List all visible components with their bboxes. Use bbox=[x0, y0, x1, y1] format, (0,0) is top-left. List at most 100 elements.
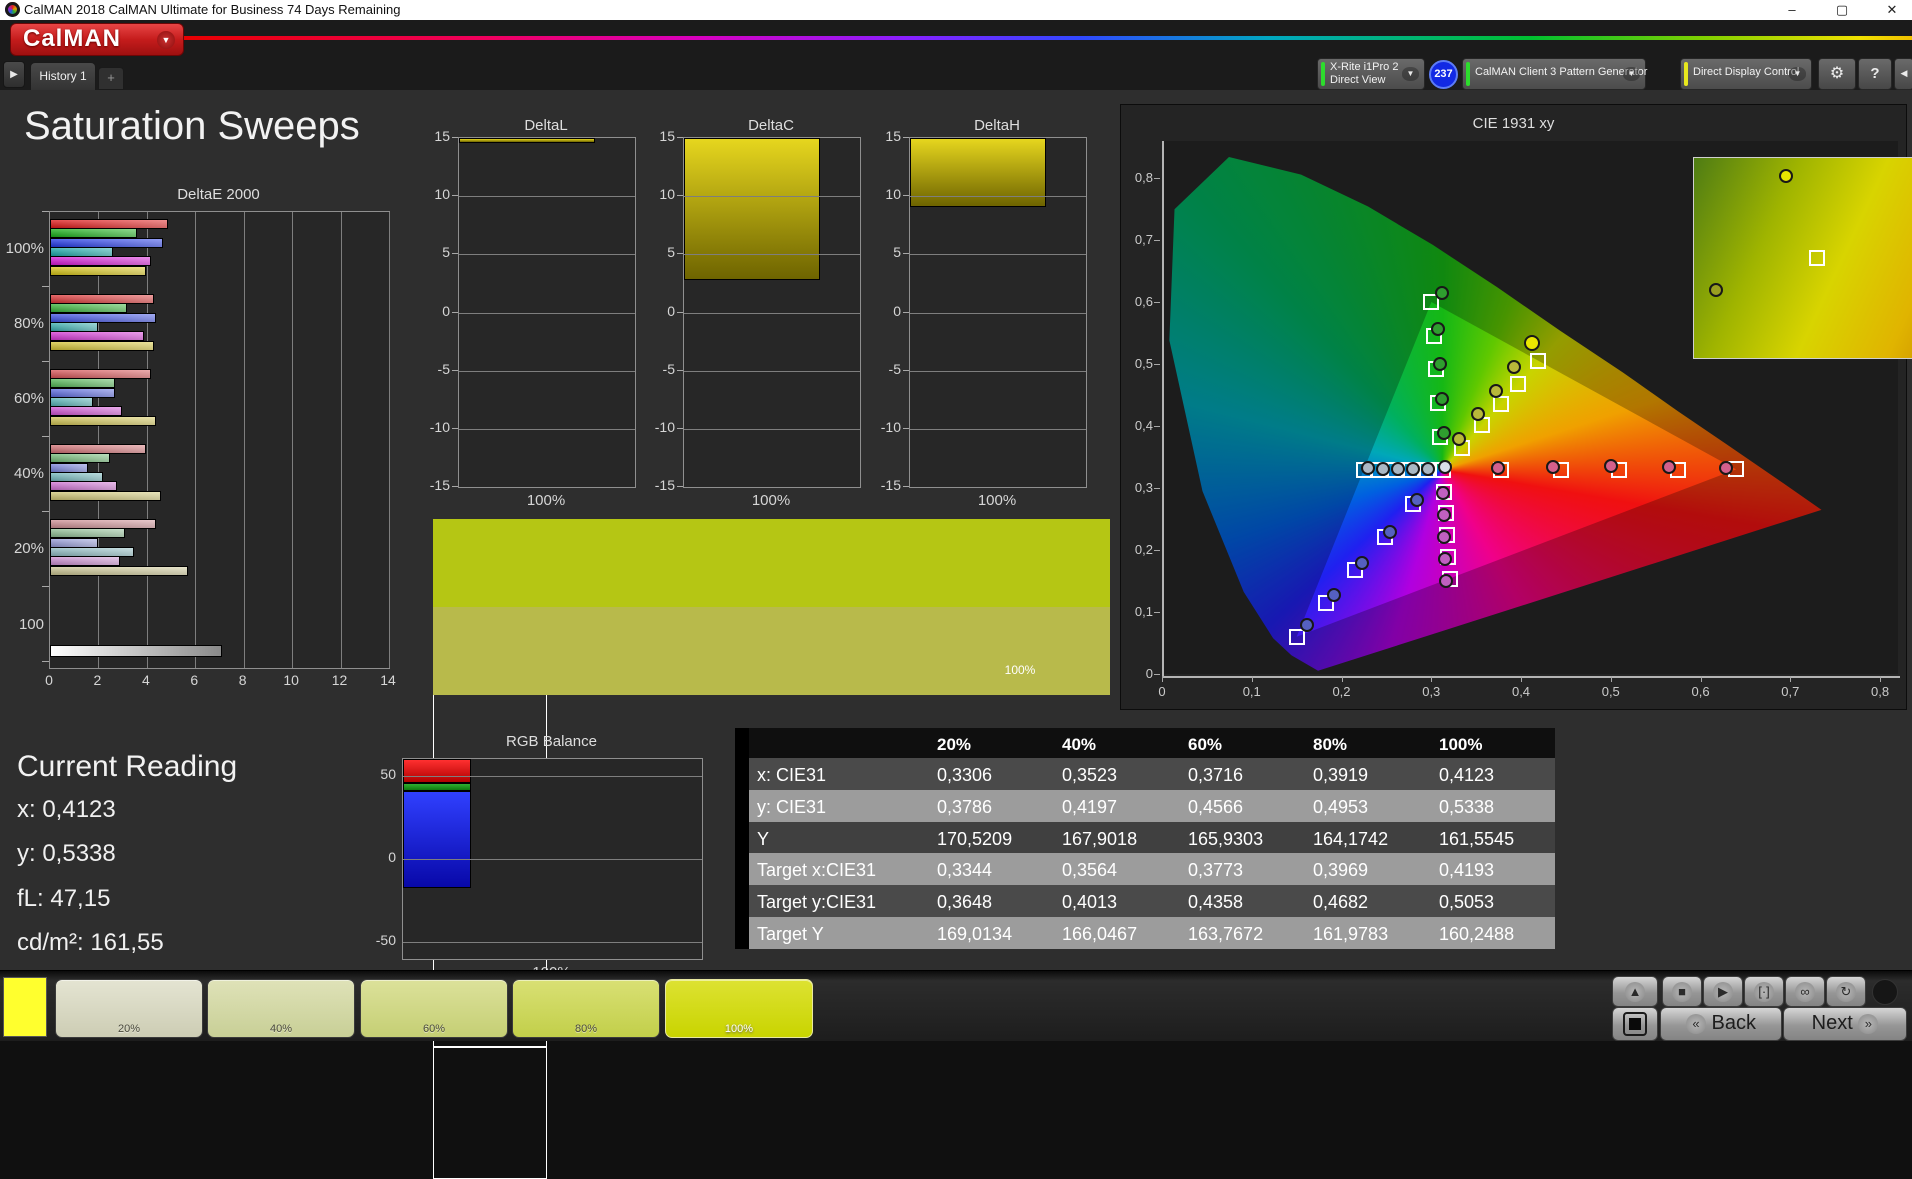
delta-y-tick-label: -10 bbox=[429, 418, 450, 435]
cie-measured-gray bbox=[1437, 460, 1452, 475]
back-button[interactable]: « Back bbox=[1660, 1007, 1782, 1041]
deltae-x-tick-label: 0 bbox=[45, 672, 53, 688]
current-pattern-patch bbox=[3, 977, 47, 1037]
gridline bbox=[684, 428, 860, 430]
expand-up-button[interactable]: ▲ bbox=[1612, 976, 1658, 1007]
deltae-plot bbox=[49, 211, 390, 669]
table-cell: 0,4197 bbox=[1062, 796, 1118, 817]
gridline bbox=[910, 370, 1086, 372]
table-cell: 0,3716 bbox=[1188, 765, 1244, 785]
maximize-button[interactable]: ▢ bbox=[1822, 0, 1862, 20]
deltae-bar-yellow-80% bbox=[50, 340, 154, 351]
gridline bbox=[403, 859, 702, 860]
table-cell: 170,5209 bbox=[937, 828, 1013, 849]
gridline bbox=[684, 254, 860, 256]
deltae-group-label: 40% bbox=[13, 465, 44, 482]
bottom-toolbar: ▲ « Back Next » 20% 40% 60% 80% 100% ■ ▶ [·] ∞ ↻ bbox=[0, 970, 1912, 1041]
table-cell: 0,4953 bbox=[1313, 796, 1369, 817]
cie-y-tick-label: 0 bbox=[1145, 666, 1153, 681]
deltae-group-label: 100 bbox=[18, 616, 44, 633]
table-cell: 169,0134 bbox=[937, 924, 1013, 944]
sweep-patch-label: 60% bbox=[422, 1023, 446, 1035]
delta-y-tick-label: 5 bbox=[893, 244, 901, 261]
delta-bar bbox=[459, 138, 595, 143]
cie-target-yellow bbox=[1510, 375, 1527, 392]
delta-y-tick-label: 15 bbox=[659, 128, 675, 144]
table-header-row: 20% 40% 60% 80% 100% bbox=[749, 728, 1555, 758]
deltae-x-tick-label: 2 bbox=[93, 672, 102, 688]
deltae-bar-yellow-40% bbox=[50, 490, 161, 501]
cie-measured-green bbox=[1435, 285, 1450, 300]
cie-measured-blue bbox=[1354, 556, 1369, 571]
pattern-window-button[interactable]: [·] bbox=[1744, 976, 1784, 1007]
delta-y-tick bbox=[677, 427, 683, 429]
cie-measured-blue bbox=[1300, 618, 1315, 633]
delta-y-tick bbox=[677, 486, 683, 487]
continuous-measure-button[interactable]: ∞ bbox=[1785, 976, 1825, 1007]
pattern-window-toggle-button[interactable] bbox=[1612, 1007, 1658, 1041]
sweep-patch-button-60%[interactable]: 60% bbox=[360, 979, 508, 1038]
deltae-group-label: 100% bbox=[5, 240, 44, 257]
calman-menu-button[interactable]: CalMAN ▼ bbox=[10, 23, 184, 56]
gridline bbox=[684, 196, 860, 198]
next-button[interactable]: Next » bbox=[1783, 1007, 1907, 1041]
rgb-balance-plot bbox=[402, 758, 703, 960]
delta-y-tick bbox=[677, 369, 683, 371]
pattern-window-icon: [·] bbox=[1754, 981, 1774, 1002]
gridline bbox=[910, 196, 1086, 198]
refresh-icon: ↻ bbox=[1836, 981, 1856, 1002]
cie-measured-yellow bbox=[1488, 384, 1503, 398]
delta-y-tick-label: 15 bbox=[434, 128, 450, 144]
cie-x-tick bbox=[1521, 676, 1523, 682]
add-tab-button[interactable]: + bbox=[98, 67, 124, 90]
cie-y-tick-label: 0,2 bbox=[1134, 542, 1153, 558]
pattern-generator-dropdown[interactable]: CalMAN Client 3 Pattern Generator ▼ bbox=[1462, 58, 1647, 90]
play-button[interactable]: ▶ bbox=[1703, 976, 1743, 1007]
cie-x-tick-label: 0,6 bbox=[1691, 684, 1710, 699]
sweep-patch-button-40%[interactable]: 40% bbox=[207, 979, 355, 1038]
cie-y-tick bbox=[1154, 240, 1160, 242]
table-cell: 165,9303 bbox=[1188, 828, 1264, 849]
cie-x-tick-label: 0,5 bbox=[1601, 684, 1620, 699]
delta-y-tick-label: -15 bbox=[880, 477, 901, 493]
deltae-bar-yellow-100% bbox=[50, 265, 147, 276]
record-indicator bbox=[1872, 979, 1898, 1005]
close-button[interactable]: ✕ bbox=[1872, 0, 1912, 20]
cie-y-tick bbox=[1154, 364, 1160, 366]
table-row-label: y: CIE31 bbox=[757, 796, 827, 817]
play-icon: ▶ bbox=[1713, 981, 1733, 1002]
cie-x-tick bbox=[1431, 676, 1433, 682]
sweep-patch-button-20%[interactable]: 20% bbox=[55, 979, 203, 1038]
deltae-x-tick-label: 8 bbox=[238, 672, 247, 688]
tab-history-1[interactable]: History 1 bbox=[30, 62, 96, 90]
sweep-patch-button-100%[interactable]: 100% bbox=[665, 979, 813, 1038]
swatch-100% bbox=[433, 519, 1110, 1179]
sweep-patch-button-80%[interactable]: 80% bbox=[512, 979, 660, 1038]
delta-y-tick bbox=[452, 369, 458, 371]
app-header: CalMAN ▼ bbox=[0, 20, 1912, 58]
cie-x-tick bbox=[1700, 676, 1702, 682]
chevron-up-icon: ▲ bbox=[1625, 981, 1645, 1002]
gridline bbox=[389, 212, 390, 668]
cie-measured-cyan bbox=[1391, 461, 1406, 476]
settings-button[interactable]: ⚙ bbox=[1818, 58, 1856, 90]
chevron-left-icon: ◀ bbox=[1900, 68, 1908, 78]
stop-button[interactable]: ■ bbox=[1662, 976, 1702, 1007]
cie-measured-red bbox=[1546, 459, 1561, 474]
deltae-bar-yellow-20% bbox=[50, 565, 188, 576]
collapse-panel-button[interactable]: ◀ bbox=[1894, 58, 1912, 90]
help-button[interactable]: ? bbox=[1858, 58, 1892, 90]
layout-nav-arrow-button[interactable]: ▶ bbox=[3, 61, 25, 88]
display-control-dropdown[interactable]: Direct Display Control ▼ bbox=[1680, 58, 1812, 90]
question-icon: ? bbox=[1870, 65, 1880, 82]
sweep-patch-label: 80% bbox=[574, 1023, 598, 1035]
gridline bbox=[340, 212, 342, 668]
delta-y-tick-label: 10 bbox=[659, 186, 675, 203]
refresh-button[interactable]: ↻ bbox=[1826, 976, 1866, 1007]
table-corner-cell bbox=[749, 728, 937, 758]
sweep-patch-label: 40% bbox=[269, 1023, 293, 1035]
table-cell: 0,4358 bbox=[1188, 892, 1244, 913]
minimize-button[interactable]: – bbox=[1772, 0, 1812, 20]
meter-dropdown[interactable]: X-Rite i1Pro 2 Direct View ▼ bbox=[1317, 58, 1425, 90]
cie-y-tick bbox=[1154, 488, 1160, 490]
